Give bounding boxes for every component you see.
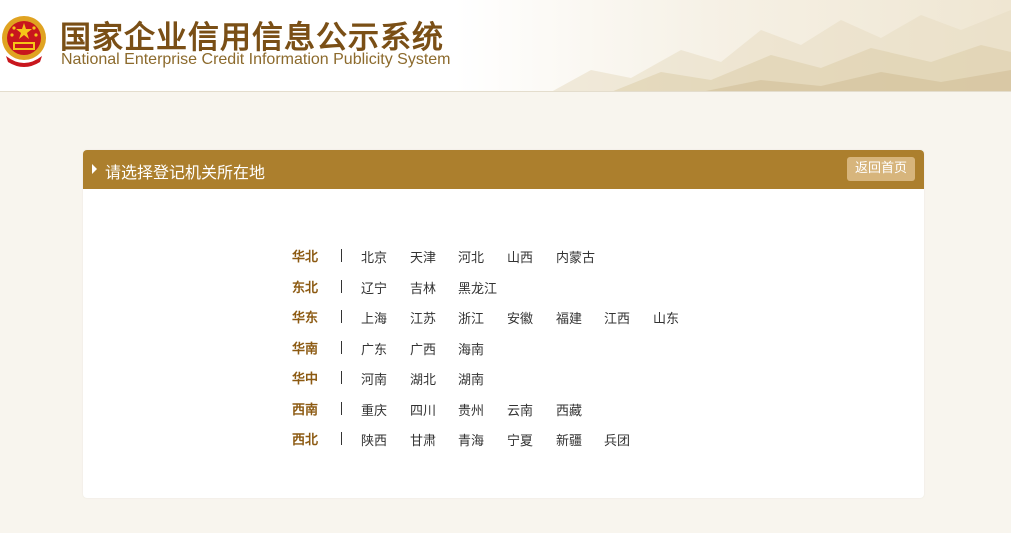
region-row: 东北 辽宁 吉林 黑龙江 (83, 277, 924, 297)
province-link[interactable]: 海南 (458, 339, 484, 358)
province-link[interactable]: 四川 (410, 400, 436, 419)
mountain-decoration (552, 10, 1011, 91)
region-row: 华中 河南 湖北 湖南 (83, 368, 924, 388)
region-name: 西南 (292, 402, 319, 418)
province-link[interactable]: 甘肃 (410, 430, 436, 449)
panel-header: 请选择登记机关所在地 返回首页 (83, 150, 924, 189)
panel-title: 请选择登记机关所在地 (105, 163, 266, 182)
province-link[interactable]: 广西 (410, 339, 436, 358)
separator (341, 432, 342, 445)
province-link[interactable]: 山东 (653, 308, 679, 327)
province-link[interactable]: 青海 (458, 430, 484, 449)
region-row: 西南 重庆 四川 贵州 云南 西藏 (83, 399, 924, 419)
province-link[interactable]: 兵团 (604, 430, 630, 449)
province-link[interactable]: 河南 (361, 369, 387, 388)
site-title-en: National Enterprise Credit Information P… (61, 51, 451, 68)
separator (341, 340, 342, 354)
province-link[interactable]: 天津 (410, 247, 436, 266)
separator (341, 371, 342, 384)
province-link[interactable]: 湖北 (410, 369, 436, 388)
region-row: 西北 陕西 甘肃 青海 宁夏 新疆 兵团 (83, 429, 924, 449)
national-emblem-icon (2, 16, 46, 67)
region-name: 东北 (292, 280, 319, 296)
region-name: 西北 (292, 433, 319, 448)
separator (341, 401, 342, 415)
region-row: 华东 上海 江苏 浙江 安徽 福建 江西 山东 (83, 307, 924, 327)
province-link[interactable]: 云南 (507, 400, 533, 419)
province-link[interactable]: 湖南 (458, 369, 484, 388)
region-row: 华南 广东 广西 海南 (83, 338, 924, 358)
province-link[interactable]: 辽宁 (361, 278, 387, 297)
region-name: 华南 (292, 341, 319, 357)
site-header: 国家企业信用信息公示系统 National Enterprise Credit … (0, 0, 1011, 92)
province-link[interactable]: 吉林 (410, 278, 436, 297)
province-link[interactable]: 河北 (458, 247, 484, 266)
province-link[interactable]: 福建 (556, 308, 582, 327)
separator (341, 279, 342, 293)
province-link[interactable]: 浙江 (458, 308, 484, 327)
province-link[interactable]: 贵州 (458, 400, 484, 419)
back-home-button[interactable]: 返回首页 (846, 157, 915, 181)
province-link[interactable]: 宁夏 (507, 430, 533, 449)
region-name: 华中 (292, 372, 319, 387)
province-link[interactable]: 江苏 (410, 308, 436, 327)
region-name: 华东 (292, 311, 319, 326)
province-link[interactable]: 广东 (361, 339, 387, 358)
province-link[interactable]: 安徽 (507, 308, 533, 327)
region-row: 华北 北京 天津 河北 山西 内蒙古 (83, 246, 924, 266)
province-link[interactable]: 北京 (361, 247, 387, 266)
province-link[interactable]: 陕西 (361, 430, 387, 449)
region-name: 华北 (292, 250, 319, 265)
province-link[interactable]: 新疆 (556, 430, 582, 449)
separator (341, 310, 342, 323)
province-link[interactable]: 山西 (507, 247, 533, 266)
province-link[interactable]: 重庆 (361, 400, 387, 419)
province-link[interactable]: 西藏 (556, 400, 582, 419)
region-select-panel: 请选择登记机关所在地 返回首页 华北 北京 天津 河北 山西 内蒙古东北 辽宁 吉林 黑龙江华东… (83, 150, 924, 498)
province-link[interactable]: 黑龙江 (458, 278, 497, 297)
province-link[interactable]: 江西 (604, 308, 630, 327)
caret-right-icon (92, 164, 97, 174)
province-link[interactable]: 上海 (361, 308, 387, 327)
separator (341, 249, 342, 262)
province-link[interactable]: 内蒙古 (556, 247, 595, 266)
